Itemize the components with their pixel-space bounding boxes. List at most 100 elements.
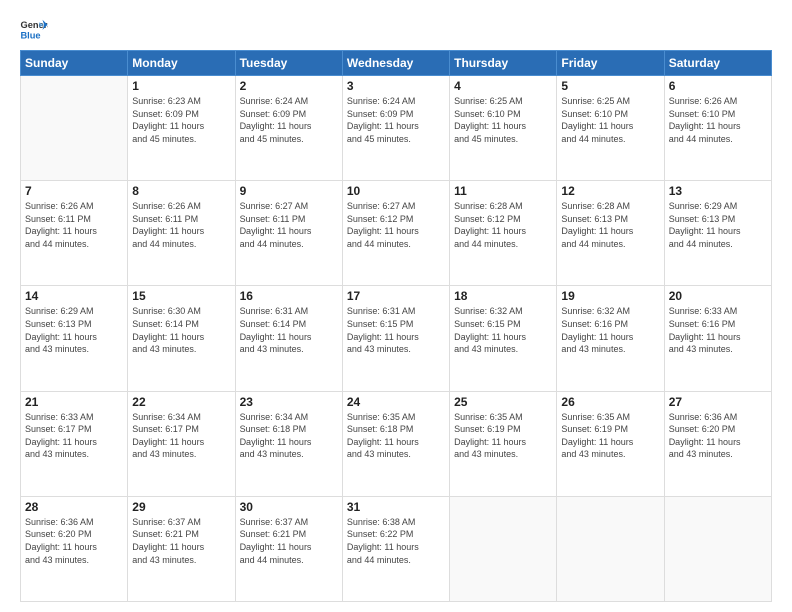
calendar-cell: 18Sunrise: 6:32 AM Sunset: 6:15 PM Dayli…: [450, 286, 557, 391]
calendar-cell: [557, 496, 664, 601]
day-number: 24: [347, 395, 445, 409]
col-header-thursday: Thursday: [450, 51, 557, 76]
calendar-cell: 30Sunrise: 6:37 AM Sunset: 6:21 PM Dayli…: [235, 496, 342, 601]
calendar-cell: 6 Sunrise: 6:26 AM Sunset: 6:10 PM Daylig…: [664, 76, 771, 181]
day-number: 26: [561, 395, 659, 409]
calendar-cell: 21 Sunrise: 6:33 AM Sunset: 6:17 PM Dayli…: [21, 391, 128, 496]
day-number: 6: [669, 79, 767, 93]
day-number: 16: [240, 289, 338, 303]
calendar-cell: [664, 496, 771, 601]
day-number: 7: [25, 184, 123, 198]
day-number: 21: [25, 395, 123, 409]
header: General Blue: [20, 18, 772, 40]
calendar-cell: 11Sunrise: 6:28 AM Sunset: 6:12 PM Dayli…: [450, 181, 557, 286]
day-number: 1: [132, 79, 230, 93]
calendar-cell: 29 Sunrise: 6:37 AM Sunset: 6:21 PM Dayli…: [128, 496, 235, 601]
day-number: 4: [454, 79, 552, 93]
day-number: 23: [240, 395, 338, 409]
calendar-cell: 7 Sunrise: 6:26 AM Sunset: 6:11 PM Daylig…: [21, 181, 128, 286]
page: General Blue SundayMondayTuesdayWednesda…: [0, 0, 792, 612]
calendar-cell: 22 Sunrise: 6:34 AM Sunset: 6:17 PM Dayli…: [128, 391, 235, 496]
calendar-row: 21 Sunrise: 6:33 AM Sunset: 6:17 PM Dayli…: [21, 391, 772, 496]
day-number: 3: [347, 79, 445, 93]
day-number: 18: [454, 289, 552, 303]
day-info: Sunrise: 6:23 AM Sunset: 6:09 PM Dayligh…: [132, 95, 230, 145]
calendar-cell: 15Sunrise: 6:30 AM Sunset: 6:14 PM Dayli…: [128, 286, 235, 391]
col-header-sunday: Sunday: [21, 51, 128, 76]
svg-text:Blue: Blue: [20, 30, 40, 40]
day-number: 11: [454, 184, 552, 198]
day-number: 2: [240, 79, 338, 93]
calendar-cell: 10 Sunrise: 6:27 AM Sunset: 6:12 PM Dayli…: [342, 181, 449, 286]
calendar-cell: 19Sunrise: 6:32 AM Sunset: 6:16 PM Dayli…: [557, 286, 664, 391]
calendar-cell: 5Sunrise: 6:25 AM Sunset: 6:10 PM Daylig…: [557, 76, 664, 181]
day-info: Sunrise: 6:36 AM Sunset: 6:20 PM Dayligh…: [25, 516, 123, 566]
calendar-cell: 28 Sunrise: 6:36 AM Sunset: 6:20 PM Dayli…: [21, 496, 128, 601]
day-info: Sunrise: 6:34 AM Sunset: 6:18 PM Dayligh…: [240, 411, 338, 461]
day-info: Sunrise: 6:35 AM Sunset: 6:19 PM Dayligh…: [454, 411, 552, 461]
col-header-saturday: Saturday: [664, 51, 771, 76]
day-info: Sunrise: 6:36 AM Sunset: 6:20 PM Dayligh…: [669, 411, 767, 461]
calendar-cell: 16 Sunrise: 6:31 AM Sunset: 6:14 PM Dayli…: [235, 286, 342, 391]
day-number: 14: [25, 289, 123, 303]
calendar-cell: 12 Sunrise: 6:28 AM Sunset: 6:13 PM Dayli…: [557, 181, 664, 286]
day-info: Sunrise: 6:38 AM Sunset: 6:22 PM Dayligh…: [347, 516, 445, 566]
day-info: Sunrise: 6:29 AM Sunset: 6:13 PM Dayligh…: [25, 305, 123, 355]
day-number: 8: [132, 184, 230, 198]
col-header-tuesday: Tuesday: [235, 51, 342, 76]
day-number: 29: [132, 500, 230, 514]
col-header-wednesday: Wednesday: [342, 51, 449, 76]
day-info: Sunrise: 6:28 AM Sunset: 6:13 PM Dayligh…: [561, 200, 659, 250]
day-number: 13: [669, 184, 767, 198]
calendar-cell: [450, 496, 557, 601]
day-number: 5: [561, 79, 659, 93]
calendar-row: 1 Sunrise: 6:23 AM Sunset: 6:09 PM Daylig…: [21, 76, 772, 181]
calendar-cell: 25 Sunrise: 6:35 AM Sunset: 6:19 PM Dayli…: [450, 391, 557, 496]
day-number: 25: [454, 395, 552, 409]
col-header-friday: Friday: [557, 51, 664, 76]
day-info: Sunrise: 6:33 AM Sunset: 6:17 PM Dayligh…: [25, 411, 123, 461]
day-info: Sunrise: 6:26 AM Sunset: 6:10 PM Dayligh…: [669, 95, 767, 145]
calendar-table: SundayMondayTuesdayWednesdayThursdayFrid…: [20, 50, 772, 602]
day-info: Sunrise: 6:30 AM Sunset: 6:14 PM Dayligh…: [132, 305, 230, 355]
day-info: Sunrise: 6:37 AM Sunset: 6:21 PM Dayligh…: [132, 516, 230, 566]
day-info: Sunrise: 6:24 AM Sunset: 6:09 PM Dayligh…: [240, 95, 338, 145]
day-info: Sunrise: 6:27 AM Sunset: 6:12 PM Dayligh…: [347, 200, 445, 250]
day-number: 30: [240, 500, 338, 514]
calendar-cell: 23 Sunrise: 6:34 AM Sunset: 6:18 PM Dayli…: [235, 391, 342, 496]
day-info: Sunrise: 6:25 AM Sunset: 6:10 PM Dayligh…: [454, 95, 552, 145]
day-info: Sunrise: 6:27 AM Sunset: 6:11 PM Dayligh…: [240, 200, 338, 250]
calendar-cell: [21, 76, 128, 181]
col-header-monday: Monday: [128, 51, 235, 76]
day-info: Sunrise: 6:26 AM Sunset: 6:11 PM Dayligh…: [25, 200, 123, 250]
day-number: 22: [132, 395, 230, 409]
day-number: 10: [347, 184, 445, 198]
day-info: Sunrise: 6:35 AM Sunset: 6:19 PM Dayligh…: [561, 411, 659, 461]
calendar-cell: 20 Sunrise: 6:33 AM Sunset: 6:16 PM Dayli…: [664, 286, 771, 391]
day-info: Sunrise: 6:24 AM Sunset: 6:09 PM Dayligh…: [347, 95, 445, 145]
calendar-cell: 3 Sunrise: 6:24 AM Sunset: 6:09 PM Daylig…: [342, 76, 449, 181]
day-number: 12: [561, 184, 659, 198]
day-info: Sunrise: 6:32 AM Sunset: 6:16 PM Dayligh…: [561, 305, 659, 355]
day-info: Sunrise: 6:33 AM Sunset: 6:16 PM Dayligh…: [669, 305, 767, 355]
day-info: Sunrise: 6:26 AM Sunset: 6:11 PM Dayligh…: [132, 200, 230, 250]
day-number: 28: [25, 500, 123, 514]
calendar-cell: 13Sunrise: 6:29 AM Sunset: 6:13 PM Dayli…: [664, 181, 771, 286]
calendar-cell: 14 Sunrise: 6:29 AM Sunset: 6:13 PM Dayli…: [21, 286, 128, 391]
calendar-cell: 9 Sunrise: 6:27 AM Sunset: 6:11 PM Daylig…: [235, 181, 342, 286]
calendar-row: 28 Sunrise: 6:36 AM Sunset: 6:20 PM Dayli…: [21, 496, 772, 601]
day-number: 9: [240, 184, 338, 198]
calendar-cell: 26 Sunrise: 6:35 AM Sunset: 6:19 PM Dayli…: [557, 391, 664, 496]
logo: General Blue: [20, 18, 48, 40]
calendar-cell: 31Sunrise: 6:38 AM Sunset: 6:22 PM Dayli…: [342, 496, 449, 601]
day-info: Sunrise: 6:31 AM Sunset: 6:14 PM Dayligh…: [240, 305, 338, 355]
calendar-cell: 2 Sunrise: 6:24 AM Sunset: 6:09 PM Daylig…: [235, 76, 342, 181]
calendar-cell: 8 Sunrise: 6:26 AM Sunset: 6:11 PM Daylig…: [128, 181, 235, 286]
day-info: Sunrise: 6:35 AM Sunset: 6:18 PM Dayligh…: [347, 411, 445, 461]
day-number: 27: [669, 395, 767, 409]
day-info: Sunrise: 6:34 AM Sunset: 6:17 PM Dayligh…: [132, 411, 230, 461]
calendar-cell: 27 Sunrise: 6:36 AM Sunset: 6:20 PM Dayli…: [664, 391, 771, 496]
calendar-cell: 24 Sunrise: 6:35 AM Sunset: 6:18 PM Dayli…: [342, 391, 449, 496]
day-number: 20: [669, 289, 767, 303]
day-number: 17: [347, 289, 445, 303]
